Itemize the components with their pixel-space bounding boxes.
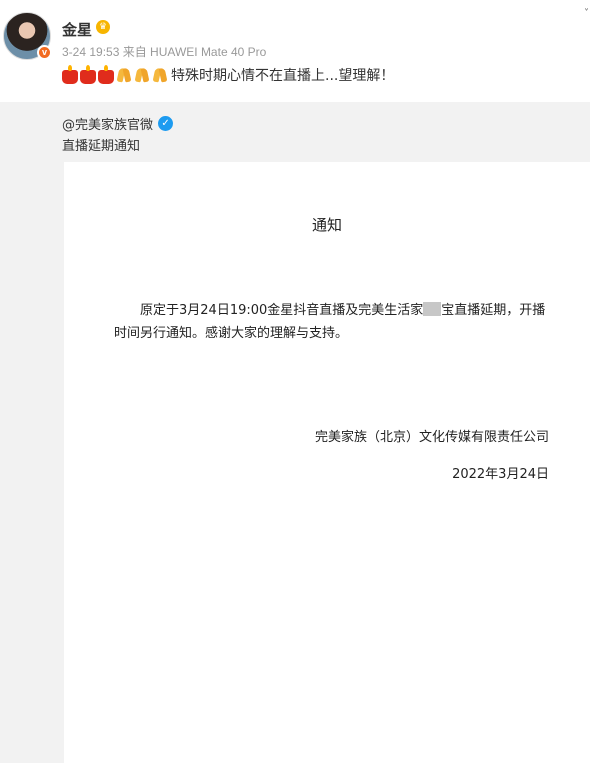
pray-emoji-icon: [134, 67, 150, 83]
candle-emoji-icon: [98, 65, 114, 84]
candle-emoji-icon: [80, 65, 96, 84]
verified-badge-icon: v: [37, 45, 52, 60]
notice-date: 2022年3月24日: [452, 467, 549, 482]
post-text: 特殊时期心情不在直播上...望理解！: [62, 65, 394, 85]
repost-author[interactable]: @完美家族官微 ✓: [62, 114, 174, 133]
reposted-content: @完美家族官微 ✓ 直播延期通知 通知 原定于3月24日19:00金星抖音直播及…: [0, 102, 590, 763]
candle-emoji-icon: [62, 65, 78, 84]
notice-body: 原定于3月24日19:00金星抖音直播及完美生活家 宝直播延期，开播时间另行通知。…: [114, 299, 554, 345]
redaction-block: [423, 302, 442, 316]
repost-text: 直播延期通知: [62, 139, 141, 154]
notice-signer: 完美家族（北京）文化传媒有限责任公司: [314, 430, 549, 445]
crown-icon: ♛: [96, 20, 110, 34]
weibo-post: v 金星 ♛ 3-24 19:53 来自 HUAWEI Mate 40 Pro …: [0, 0, 590, 102]
post-author-name[interactable]: 金星: [62, 19, 92, 40]
post-meta: 3-24 19:53 来自 HUAWEI Mate 40 Pro: [62, 45, 267, 59]
notice-body-part1: 原定于3月24日19:00金星抖音直播及完美生活家: [140, 303, 424, 318]
notice-title: 通知: [311, 216, 342, 234]
verified-icon: ✓: [158, 116, 174, 131]
notice-image[interactable]: 通知 原定于3月24日19:00金星抖音直播及完美生活家 宝直播延期，开播时间另行…: [64, 162, 590, 763]
pray-emoji-icon: [152, 67, 168, 83]
pray-emoji-icon: [116, 67, 132, 83]
repost-author-name[interactable]: @完美家族官微: [62, 114, 153, 133]
chevron-down-icon[interactable]: ˅: [584, 8, 589, 19]
post-text-body: 特殊时期心情不在直播上...望理解！: [171, 68, 395, 84]
